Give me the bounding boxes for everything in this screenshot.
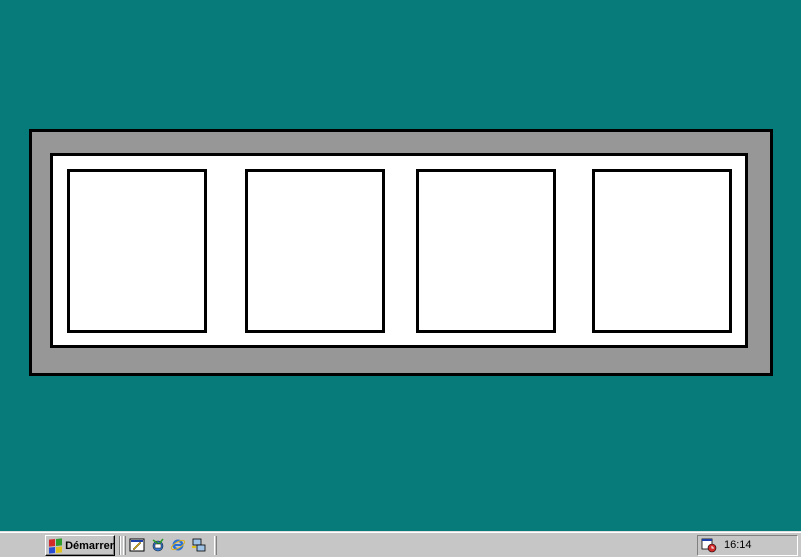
windows-logo-icon: [49, 537, 63, 554]
panel-slot-2[interactable]: [245, 169, 385, 333]
outlook-express-icon[interactable]: [150, 537, 166, 553]
show-desktop-icon[interactable]: [129, 537, 145, 553]
taskbar-separator: [119, 536, 121, 555]
outer-gray-frame: [29, 129, 773, 376]
internet-explorer-icon[interactable]: [170, 537, 186, 553]
scheduler-icon[interactable]: [701, 537, 717, 553]
clock[interactable]: 16:14: [724, 539, 752, 551]
panel-slot-3[interactable]: [416, 169, 556, 333]
quick-launch-grip[interactable]: [123, 536, 126, 555]
inner-white-panel: [50, 153, 748, 348]
taskbar: Démarrer 16:14: [0, 531, 801, 557]
network-icon[interactable]: [191, 537, 207, 553]
panel-slot-4[interactable]: [592, 169, 732, 333]
system-tray: 16:14: [697, 535, 798, 556]
taskbar-grip[interactable]: [214, 536, 217, 555]
start-label: Démarrer: [65, 539, 114, 552]
start-button[interactable]: Démarrer: [45, 535, 115, 556]
desktop: [0, 0, 801, 531]
panel-slot-1[interactable]: [67, 169, 207, 333]
